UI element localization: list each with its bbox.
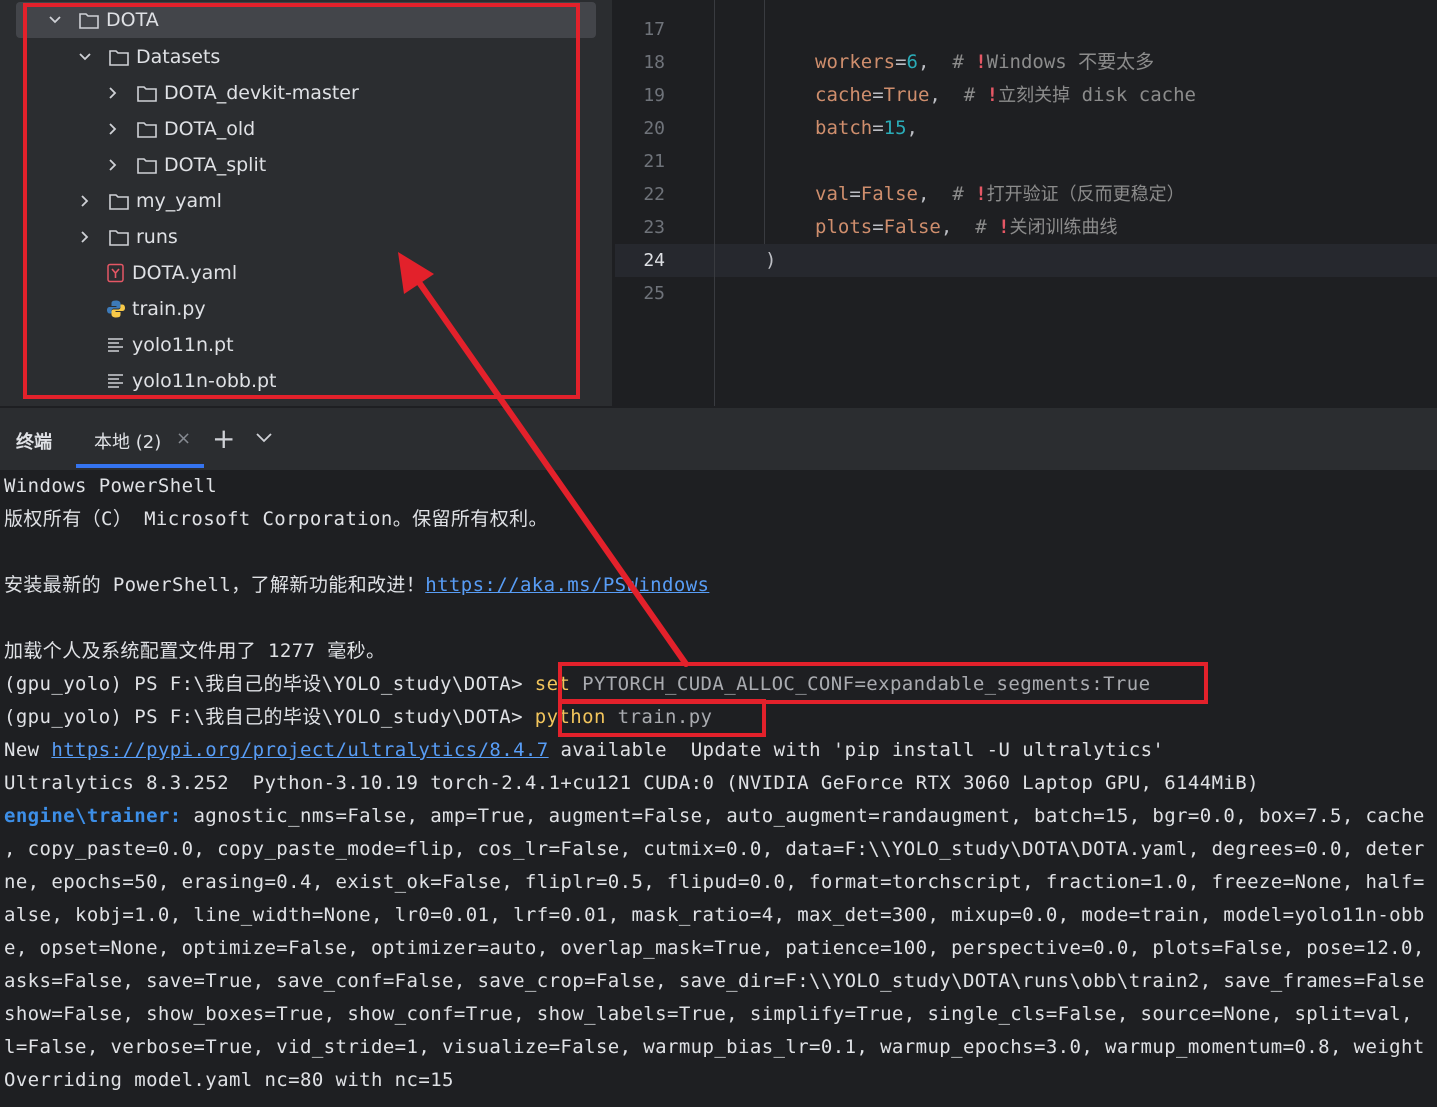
code-line-23: plots=False, # !关闭训练曲线 — [815, 216, 1118, 238]
code-comment: 打开验证（反而更稳定） — [986, 184, 1185, 205]
terminal-line: 安装最新的 PowerShell，了解新功能和改进！https://aka.ms… — [4, 569, 709, 602]
closing-paren: ) — [765, 249, 777, 271]
terminal-line: alse, kobj=1.0, line_width=None, lr0=0.0… — [4, 904, 1425, 926]
annotation-box-set-command — [558, 662, 1208, 704]
terminal-output[interactable]: Windows PowerShell 版权所有（C） Microsoft Cor… — [0, 470, 1437, 1107]
terminal-line: Overriding model.yaml nc=80 with nc=15 — [4, 1069, 454, 1091]
code-editor[interactable]: 17 18 19 20 21 22 23 24 25 workers=6, # … — [615, 0, 1437, 406]
code-comment: Windows 不要太多 — [986, 51, 1155, 73]
new-tab-plus-icon[interactable]: + — [212, 422, 235, 455]
tab-label: 本地 (2) — [94, 432, 162, 453]
line-number: 25 — [643, 283, 665, 304]
terminal-line: l=False, verbose=True, vid_stride=1, vis… — [4, 1036, 1425, 1058]
param-value: 15 — [883, 117, 907, 139]
terminal-line: , copy_paste=0.0, copy_paste_mode=flip, … — [4, 838, 1425, 860]
terminal-title: 终端 — [16, 432, 52, 453]
line-number: 17 — [643, 19, 665, 40]
terminal-line: Windows PowerShell — [4, 475, 218, 497]
param-name: plots — [815, 216, 873, 238]
annotation-box-python-command — [558, 699, 766, 737]
code-comment: 立刻关掉 — [998, 85, 1071, 106]
code-line-19: cache=True, # !立刻关掉 disk cache — [815, 84, 1196, 106]
close-icon[interactable]: × — [176, 428, 191, 449]
line-number: 23 — [643, 217, 665, 238]
param-value: False — [883, 216, 941, 238]
terminal-line: 版权所有（C） Microsoft Corporation。保留所有权利。 — [4, 508, 548, 530]
terminal-line: 加载个人及系统配置文件用了 1277 毫秒。 — [4, 640, 386, 662]
param-name: batch — [815, 117, 873, 139]
line-number-current: 24 — [643, 250, 665, 271]
current-line-highlight — [615, 244, 1437, 277]
code-line-18: workers=6, # !Windows 不要太多 — [815, 51, 1155, 73]
param-name: val — [815, 183, 850, 205]
gutter-divider — [714, 0, 715, 406]
line-number: 18 — [643, 52, 665, 73]
code-line-20: batch=15, — [815, 117, 918, 139]
annotation-box-project-tree — [23, 3, 580, 399]
indent-guide — [764, 0, 765, 244]
code-comment: disk cache — [1081, 84, 1196, 106]
line-number: 20 — [643, 118, 665, 139]
line-number: 19 — [643, 85, 665, 106]
chevron-down-icon[interactable] — [254, 430, 274, 446]
terminal-line: Ultralytics 8.3.252 Python-3.10.19 torch… — [4, 772, 1259, 794]
tab-local-2[interactable]: 本地 (2) × — [76, 408, 204, 468]
powershell-link[interactable]: https://aka.ms/PSWindows — [425, 574, 709, 596]
terminal-line: ne, epochs=50, erasing=0.4, exist_ok=Fal… — [4, 871, 1425, 893]
param-value: True — [883, 84, 930, 106]
line-number: 22 — [643, 184, 665, 205]
active-tab-indicator — [76, 464, 204, 468]
terminal-line: e, opset=None, optimize=False, optimizer… — [4, 937, 1425, 959]
code-comment: 关闭训练曲线 — [1009, 217, 1118, 238]
terminal-line: show=False, show_boxes=True, show_conf=T… — [4, 1003, 1413, 1025]
terminal-text: New — [4, 739, 40, 761]
param-value: 6 — [906, 51, 918, 73]
terminal-line: asks=False, save=True, save_conf=False, … — [4, 970, 1425, 992]
shell-prompt: (gpu_yolo) PS F:\我自己的毕设\YOLO_study\DOTA> — [4, 673, 523, 695]
terminal-line: engine\trainer: agnostic_nms=False, amp=… — [4, 800, 1425, 833]
terminal-tab-bar: 终端 本地 (2) × + — [0, 406, 1437, 470]
param-name: cache — [815, 84, 873, 106]
line-number: 21 — [643, 151, 665, 172]
param-value: False — [860, 183, 918, 205]
terminal-text: available Update with 'pip install -U ul… — [560, 739, 1165, 761]
trainer-label: engine\trainer: — [4, 805, 182, 827]
code-line-22: val=False, # !打开验证（反而更稳定） — [815, 183, 1185, 205]
code-line-24: ) — [765, 244, 776, 277]
shell-prompt: (gpu_yolo) PS F:\我自己的毕设\YOLO_study\DOTA> — [4, 706, 523, 728]
terminal-line: New https://pypi.org/project/ultralytics… — [4, 734, 1164, 767]
param-name: workers — [815, 51, 896, 73]
terminal-text: 安装最新的 PowerShell，了解新功能和改进！ — [4, 574, 426, 596]
pypi-link[interactable]: https://pypi.org/project/ultralytics/8.4… — [51, 739, 548, 761]
terminal-text: agnostic_nms=False, amp=True, augment=Fa… — [193, 805, 1425, 827]
